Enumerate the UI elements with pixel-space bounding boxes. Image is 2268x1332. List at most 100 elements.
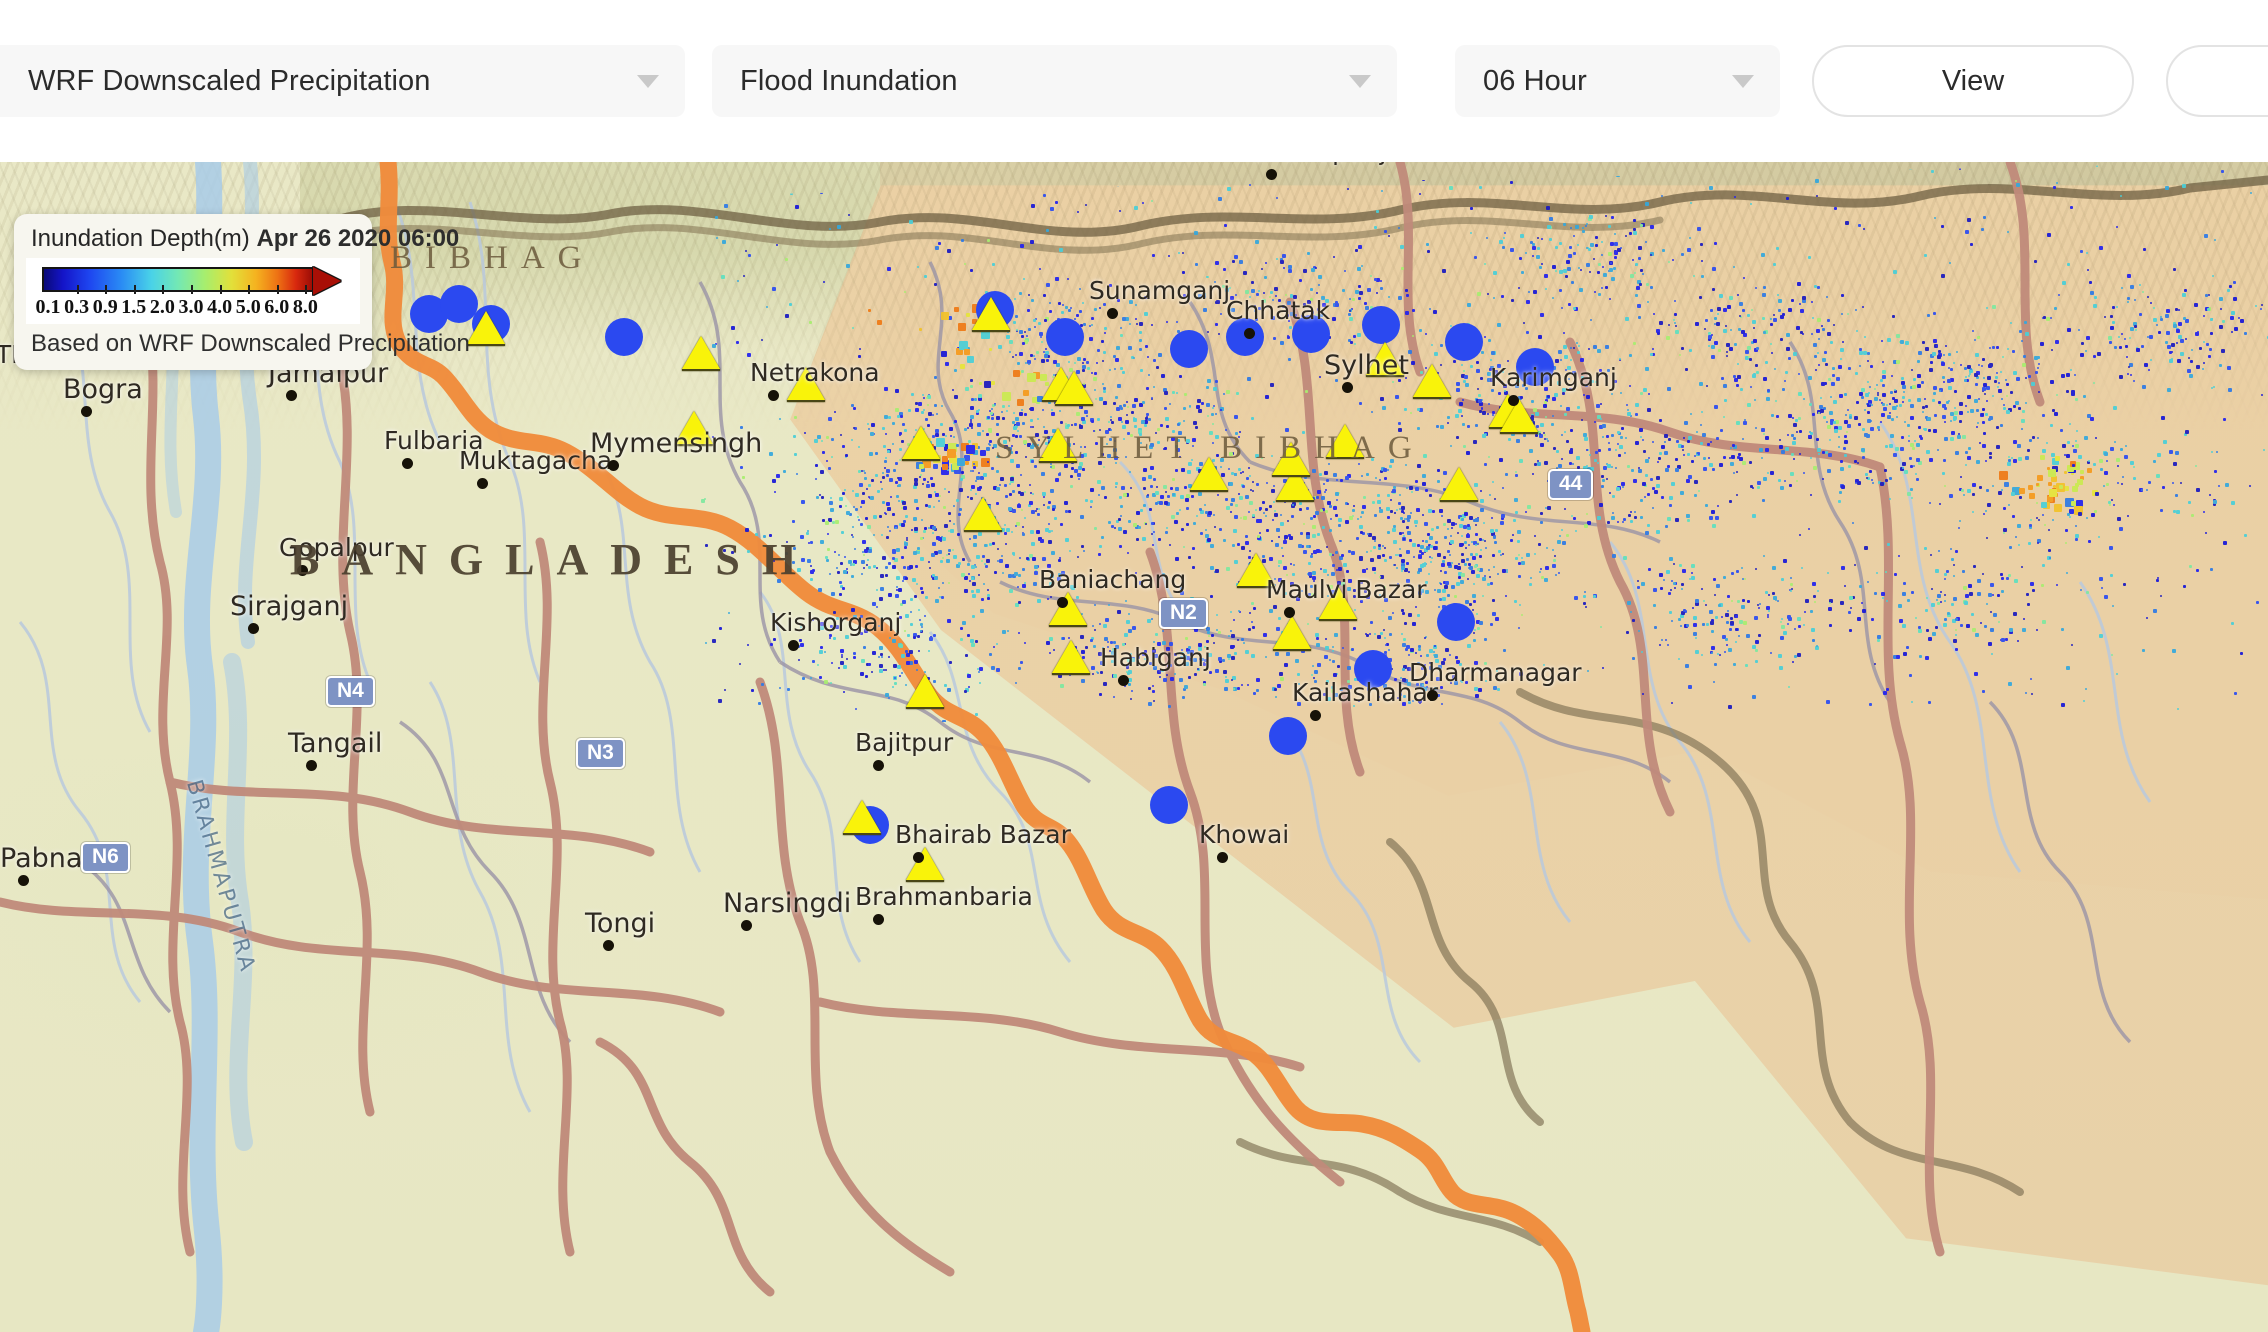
city-dot	[297, 565, 308, 576]
legend-tick-label: 1.5	[121, 296, 147, 318]
highway-shield: N6	[81, 842, 130, 873]
map-station-marker[interactable]	[906, 847, 944, 882]
legend-colorbar-arrow-icon	[313, 267, 341, 295]
legend-colorbar-wrapper: 0.1 0.3 0.9 1.5 2.0 3.0 4.0 5.0 6.0 8.0	[26, 258, 360, 324]
city-dot	[81, 406, 92, 417]
map-station-marker[interactable]	[902, 426, 940, 461]
map-station-marker[interactable]	[1190, 457, 1228, 492]
map-station-marker[interactable]	[1049, 592, 1087, 627]
city-dot	[1266, 169, 1277, 180]
legend-title: Inundation Depth(m) Apr 26 2020 06:00	[31, 225, 459, 253]
map-station-marker[interactable]	[682, 336, 720, 371]
map-station-marker[interactable]	[972, 297, 1010, 332]
map-station-marker[interactable]	[1052, 640, 1090, 675]
legend-tick-mark	[162, 285, 165, 294]
legend-tick-mark	[248, 285, 251, 294]
map-station-marker[interactable]	[906, 674, 944, 709]
legend-tick-mark	[133, 285, 136, 294]
view-button[interactable]: View	[1812, 45, 2134, 117]
city-dot	[477, 478, 488, 489]
layer-select-value: Flood Inundation	[740, 64, 958, 97]
city-dot	[248, 623, 259, 634]
map-station-marker[interactable]	[1273, 616, 1311, 651]
map-station-marker[interactable]	[1272, 442, 1310, 477]
city-dot	[1107, 308, 1118, 319]
map-station-marker[interactable]	[675, 411, 713, 446]
map-station-marker[interactable]	[1055, 371, 1093, 406]
map-point-marker[interactable]	[1292, 315, 1330, 353]
city-dot	[1217, 852, 1228, 863]
legend-tick-labels: 0.1 0.3 0.9 1.5 2.0 3.0 4.0 5.0 6.0 8.0	[34, 296, 354, 320]
layer-select[interactable]: Flood Inundation	[712, 45, 1397, 117]
city-dot	[608, 460, 619, 471]
legend-tick-mark	[276, 285, 279, 294]
legend-tick-mark	[305, 285, 308, 294]
map-point-marker[interactable]	[1170, 330, 1208, 368]
chevron-down-icon	[1732, 74, 1754, 88]
hour-select[interactable]: 06 Hour	[1455, 45, 1780, 117]
map-point-marker[interactable]	[1150, 786, 1188, 824]
city-dot	[1057, 597, 1068, 608]
city-dot	[1342, 382, 1353, 393]
legend-panel: Inundation Depth(m) Apr 26 2020 06:00 0.…	[14, 214, 470, 370]
city-dot	[402, 458, 413, 469]
legend-tick-mark	[191, 285, 193, 294]
highway-shield: N3	[576, 738, 625, 769]
map-point-marker[interactable]	[1362, 306, 1400, 344]
map-station-marker[interactable]	[467, 311, 505, 346]
legend-tick-label: 0.1	[35, 296, 61, 318]
city-dot	[788, 640, 799, 651]
legend-timestamp: Apr 26 2020 06:00	[256, 225, 460, 252]
city-dot	[768, 390, 779, 401]
city-dot	[18, 875, 29, 886]
map-point-marker[interactable]	[1354, 650, 1392, 688]
highway-shield: N4	[326, 676, 375, 707]
legend-tick-label: 0.3	[64, 296, 90, 318]
secondary-action-button[interactable]	[2166, 45, 2268, 117]
legend-tick-label: 2.0	[149, 296, 175, 318]
legend-tick-mark	[76, 285, 79, 294]
highway-shield: 44	[1548, 469, 1594, 500]
city-dot	[603, 940, 614, 951]
city-dot	[873, 760, 884, 771]
map-station-marker[interactable]	[1237, 553, 1275, 588]
legend-title-prefix: Inundation Depth(m)	[31, 225, 250, 252]
city-dot	[1427, 690, 1438, 701]
map-canvas[interactable]: BIBHAGSYLHET BIBHAGBograSTHANJamalpurFul…	[0, 162, 2268, 1332]
map-point-marker[interactable]	[1269, 717, 1307, 755]
city-dot	[1244, 328, 1255, 339]
map-station-marker[interactable]	[1440, 467, 1478, 502]
legend-tick-label: 4.0	[207, 296, 233, 318]
map-point-marker[interactable]	[1437, 603, 1475, 641]
map-point-marker[interactable]	[1516, 348, 1554, 386]
legend-subtitle: Based on WRF Downscaled Precipitation	[31, 330, 470, 357]
map-station-marker[interactable]	[843, 800, 881, 835]
highway-shield: N2	[1159, 598, 1208, 629]
map-station-marker[interactable]	[1326, 424, 1364, 459]
legend-tick-mark	[219, 285, 222, 294]
map-station-marker[interactable]	[1500, 399, 1538, 434]
map-station-marker[interactable]	[1413, 364, 1451, 399]
legend-tick-mark	[105, 285, 108, 294]
map-station-marker[interactable]	[1366, 342, 1404, 377]
legend-colorbar	[42, 267, 314, 292]
legend-tick-label: 6.0	[264, 296, 290, 318]
city-dot	[1118, 675, 1129, 686]
legend-colorbar-row	[34, 265, 354, 295]
map-point-marker[interactable]	[605, 318, 643, 356]
map-station-marker[interactable]	[1039, 428, 1077, 463]
map-station-marker[interactable]	[964, 497, 1002, 532]
model-select[interactable]: WRF Downscaled Precipitation	[0, 45, 685, 117]
city-dot	[741, 920, 752, 931]
map-point-marker[interactable]	[1046, 318, 1084, 356]
top-toolbar: WRF Downscaled Precipitation Flood Inund…	[0, 0, 2268, 162]
hour-select-value: 06 Hour	[1483, 64, 1587, 97]
legend-tick-label: 3.0	[178, 296, 204, 318]
map-point-marker[interactable]	[1445, 323, 1483, 361]
city-dot	[1508, 395, 1519, 406]
city-dot	[873, 914, 884, 925]
city-dot	[913, 852, 924, 863]
chevron-down-icon	[1349, 74, 1371, 88]
map-station-marker[interactable]	[787, 367, 825, 402]
map-station-marker[interactable]	[1319, 586, 1357, 621]
